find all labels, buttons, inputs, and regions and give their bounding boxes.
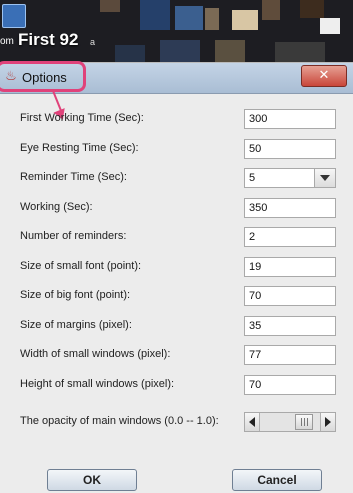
background-suffix-text: a xyxy=(90,37,96,47)
close-icon: ✕ xyxy=(318,68,330,83)
size-of-margins-label: Size of margins (pixel): xyxy=(20,318,132,331)
height-of-small-windows-input[interactable]: 70 xyxy=(244,374,336,395)
number-of-reminders-input[interactable]: 2 xyxy=(244,227,336,247)
width-of-small-windows-row: Width of small windows (pixel): 77 xyxy=(0,345,353,367)
size-of-big-font-label: Size of big font (point): xyxy=(20,289,131,301)
eye-resting-time-label: Eye Resting Time (Sec): xyxy=(20,141,139,154)
reminder-time-selected-value: 5 xyxy=(249,172,256,184)
size-of-big-font-value: 70 xyxy=(249,290,262,302)
background-window: om First 92 a xyxy=(0,0,353,70)
size-of-small-font-row: Size of small font (point): 19 xyxy=(0,256,353,279)
height-of-small-windows-value: 70 xyxy=(249,378,262,391)
slider-left-button[interactable] xyxy=(245,413,260,431)
reminder-time-select[interactable]: 5 xyxy=(244,168,336,188)
eye-resting-time-input[interactable]: 50 xyxy=(244,138,336,159)
opacity-label: The opacity of main windows (0.0 -- 1.0)… xyxy=(20,415,219,427)
dropdown-button[interactable] xyxy=(314,169,335,187)
working-row: Working (Sec): 350 xyxy=(0,197,353,220)
size-of-small-font-label: Size of small font (point): xyxy=(20,259,142,272)
title-highlight-box xyxy=(0,61,86,92)
chevron-down-icon xyxy=(320,175,330,181)
eye-resting-time-row: Eye Resting Time (Sec): 50 xyxy=(0,138,353,161)
size-of-big-font-row: Size of big font (point): 70 xyxy=(0,286,353,308)
size-of-big-font-input[interactable]: 70 xyxy=(244,286,336,306)
options-dialog: ♨ Options ✕ First Working Time (Sec): 300… xyxy=(0,61,353,493)
background-title: First 92 xyxy=(18,30,79,49)
right-arrow-icon xyxy=(325,417,331,427)
eye-resting-time-value: 50 xyxy=(249,142,262,155)
height-of-small-windows-row: Height of small windows (pixel): 70 xyxy=(0,374,353,397)
reminder-time-row: Reminder Time (Sec): 5 xyxy=(0,168,353,190)
working-value: 350 xyxy=(249,201,268,214)
app-icon xyxy=(2,4,26,28)
opacity-slider[interactable] xyxy=(244,412,336,432)
size-of-margins-value: 35 xyxy=(249,319,262,332)
height-of-small-windows-label: Height of small windows (pixel): xyxy=(20,377,175,390)
ok-button[interactable]: OK xyxy=(47,469,137,491)
slider-thumb[interactable] xyxy=(295,414,314,430)
opacity-row: The opacity of main windows (0.0 -- 1.0)… xyxy=(0,412,353,434)
first-working-time-row: First Working Time (Sec): 300 xyxy=(0,109,353,131)
number-of-reminders-value: 2 xyxy=(249,231,256,243)
left-arrow-icon xyxy=(249,417,255,427)
first-working-time-value: 300 xyxy=(249,113,268,125)
width-of-small-windows-label: Width of small windows (pixel): xyxy=(20,348,171,360)
first-working-time-input[interactable]: 300 xyxy=(244,109,336,129)
size-of-margins-row: Size of margins (pixel): 35 xyxy=(0,315,353,338)
working-input[interactable]: 350 xyxy=(244,197,336,218)
first-working-time-label: First Working Time (Sec): xyxy=(20,112,144,124)
width-of-small-windows-value: 77 xyxy=(249,349,262,361)
number-of-reminders-label: Number of reminders: xyxy=(20,230,127,242)
background-prefix-text: om xyxy=(0,36,14,47)
size-of-small-font-value: 19 xyxy=(249,260,262,273)
width-of-small-windows-input[interactable]: 77 xyxy=(244,345,336,365)
number-of-reminders-row: Number of reminders: 2 xyxy=(0,227,353,249)
working-label: Working (Sec): xyxy=(20,200,93,213)
slider-right-button[interactable] xyxy=(320,413,335,431)
cancel-button[interactable]: Cancel xyxy=(232,469,322,491)
size-of-small-font-input[interactable]: 19 xyxy=(244,256,336,277)
reminder-time-label: Reminder Time (Sec): xyxy=(20,171,127,183)
close-button[interactable]: ✕ xyxy=(301,65,347,87)
size-of-margins-input[interactable]: 35 xyxy=(244,315,336,336)
